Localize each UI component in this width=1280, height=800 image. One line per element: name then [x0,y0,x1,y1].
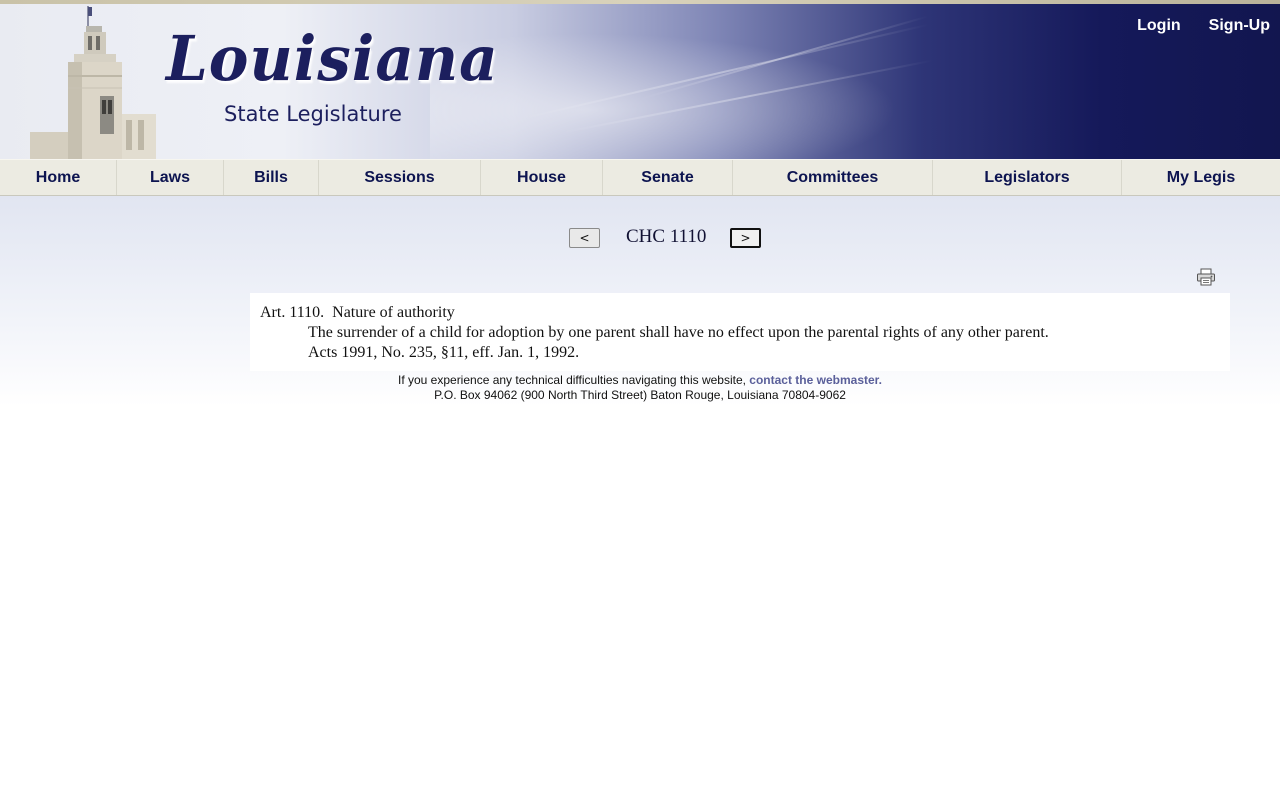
capitol-building-icon [30,6,156,160]
printer-icon[interactable] [1196,268,1216,286]
nav-item-sessions[interactable]: Sessions [319,160,481,195]
contact-webmaster-link[interactable]: contact the webmaster. [749,373,882,387]
nav-item-laws[interactable]: Laws [117,160,224,195]
account-links: Login Sign-Up [1137,17,1270,35]
site-header: Louisiana State Legislature Login Sign-U… [0,0,1280,160]
nav-item-bills[interactable]: Bills [224,160,319,195]
next-law-button[interactable]: > [730,228,761,248]
site-logo-subtitle: State Legislature [224,102,402,126]
nav-item-home[interactable]: Home [0,160,117,195]
site-footer: If you experience any technical difficul… [0,373,1280,403]
signup-link[interactable]: Sign-Up [1209,17,1270,35]
law-citation-title: CHC 1110 [626,226,707,247]
law-article-heading: Art. 1110. Nature of authority [260,304,455,321]
nav-item-senate[interactable]: Senate [603,160,733,195]
footer-notice-line: If you experience any technical difficul… [0,373,1280,388]
law-pager: < CHC 1110 > [0,226,1280,250]
header-top-border [0,0,1280,4]
law-article-text: The surrender of a child for adoption by… [308,324,1049,341]
login-link[interactable]: Login [1137,17,1181,35]
nav-item-my-legis[interactable]: My Legis [1122,160,1280,195]
site-logo-wordmark[interactable]: Louisiana [166,28,499,90]
footer-notice-text: If you experience any technical difficul… [397,373,750,387]
main-nav: Home Laws Bills Sessions House Senate Co… [0,159,1280,196]
nav-item-committees[interactable]: Committees [733,160,933,195]
page: Louisiana State Legislature Login Sign-U… [0,0,1280,800]
footer-address: P.O. Box 94062 (900 North Third Street) … [434,388,846,402]
header-sheen [430,20,950,160]
nav-item-house[interactable]: House [481,160,603,195]
previous-law-button[interactable]: < [569,228,600,248]
nav-item-legislators[interactable]: Legislators [933,160,1122,195]
law-text-panel: Art. 1110. Nature of authority The surre… [250,293,1230,371]
law-history-note: Acts 1991, No. 235, §11, eff. Jan. 1, 19… [308,344,580,361]
